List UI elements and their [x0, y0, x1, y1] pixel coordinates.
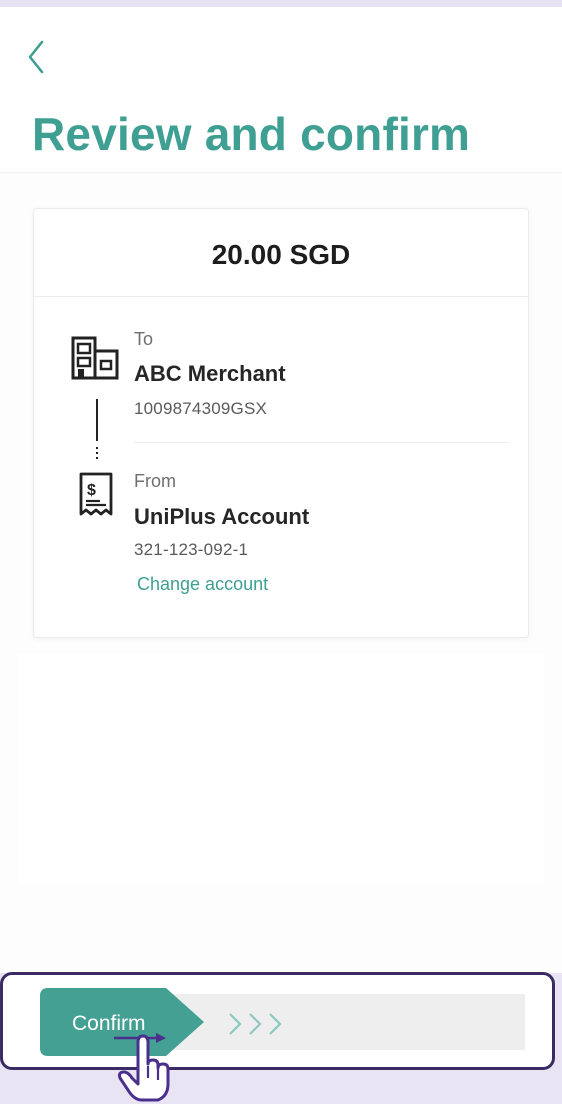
- blank-panel: [18, 654, 544, 884]
- hand-pointer-icon: [118, 1034, 170, 1102]
- triple-chevron-right-icon: [229, 1013, 282, 1035]
- inner-divider: [134, 442, 509, 443]
- card-divider: [34, 296, 528, 297]
- header: Review and confirm: [0, 7, 562, 173]
- to-label: To: [134, 329, 154, 349]
- from-name: UniPlus Account: [134, 504, 310, 529]
- from-account-number: 321-123-092-1: [134, 540, 249, 559]
- transaction-card: 20.00 SGD $ To ABC Merchant 1009874309GS…: [33, 208, 529, 638]
- change-account-link[interactable]: Change account: [137, 574, 268, 595]
- to-name: ABC Merchant: [134, 361, 286, 386]
- connector-dots: [96, 447, 98, 459]
- building-icon: [71, 336, 119, 380]
- chevron-left-icon[interactable]: [22, 37, 56, 77]
- connector-line: [96, 399, 98, 441]
- from-label: From: [134, 471, 176, 491]
- receipt-icon: $: [79, 472, 113, 516]
- svg-text:$: $: [87, 482, 96, 499]
- amount: 20.00 SGD: [211, 239, 351, 270]
- page-title: Review and confirm: [32, 108, 471, 160]
- to-account-number: 1009874309GSX: [134, 399, 268, 418]
